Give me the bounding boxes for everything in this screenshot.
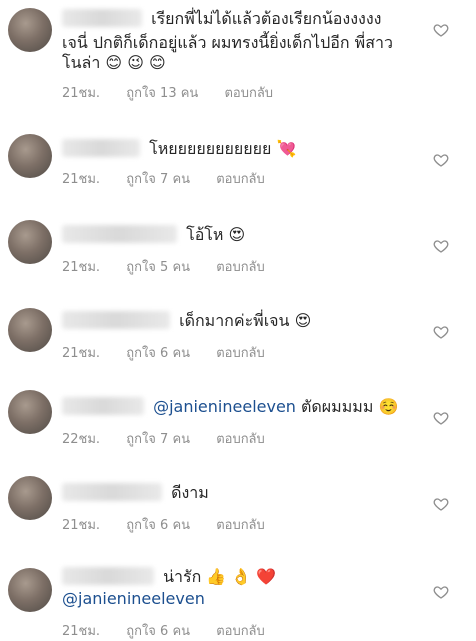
username-redacted[interactable] [62,9,142,27]
username-redacted[interactable] [62,483,162,501]
heart-icon[interactable] [433,496,449,512]
heart-icon[interactable] [433,152,449,168]
mention-link[interactable]: @janienineeleven [153,397,296,416]
reply-button[interactable]: ตอบกลับ [216,624,265,639]
emoji: ☺️ [378,397,399,416]
heart-icon[interactable] [433,324,449,340]
avatar[interactable] [8,390,52,434]
comment-text: ดีงาม [171,483,209,502]
avatar[interactable] [8,476,52,520]
reply-button[interactable]: ตอบกลับ [216,346,265,361]
like-count[interactable]: ถูกใจ 7 คน [126,432,190,447]
comment-time: 22ชม. [62,432,101,447]
avatar[interactable] [8,134,52,178]
username-redacted[interactable] [62,567,154,585]
avatar[interactable] [8,308,52,352]
comment-text: น่ารัก [163,567,202,586]
like-count[interactable]: ถูกใจ 5 คน [126,260,190,275]
comment-time: 21ชม. [62,86,101,101]
heart-icon[interactable] [433,22,449,38]
comment-time: 21ชม. [62,172,101,187]
like-count[interactable]: ถูกใจ 6 คน [126,518,190,533]
like-count[interactable]: ถูกใจ 6 คน [126,624,190,639]
emoji: 💘 [276,139,297,158]
username-redacted[interactable] [62,397,144,415]
emoji: 😍 [228,225,246,244]
comment-text: โหยยยยยยยยยยย [149,139,272,158]
emoji: 👍 👌 ❤️ [206,567,277,586]
comment-text: โนล่า [62,53,101,72]
reply-button[interactable]: ตอบกลับ [224,86,273,101]
emoji: 😍 [294,311,312,330]
mention-link[interactable]: @janienineeleven [62,589,205,608]
heart-icon[interactable] [433,410,449,426]
comment-text: เด็กมากค่ะพี่เจน [179,311,290,330]
reply-button[interactable]: ตอบกลับ [216,172,265,187]
username-redacted[interactable] [62,139,140,157]
comments-list: เรียกพี่ไม่ได้แล้วต้องเรียกน้องงงงง เจนี… [0,0,476,639]
comment-time: 21ชม. [62,624,101,639]
reply-button[interactable]: ตอบกลับ [216,432,265,447]
comment-text: เรียกพี่ไม่ได้แล้วต้องเรียกน้องงงงง [151,9,382,28]
like-count[interactable]: ถูกใจ 6 คน [126,346,190,361]
comment-text: โอ้โห [186,225,224,244]
emoji: 😊 😉 😊 [105,53,166,72]
comment-time: 21ชม. [62,346,101,361]
username-redacted[interactable] [62,225,177,243]
username-redacted[interactable] [62,311,170,329]
reply-button[interactable]: ตอบกลับ [216,260,265,275]
like-count[interactable]: ถูกใจ 13 คน [126,86,198,101]
like-count[interactable]: ถูกใจ 7 คน [126,172,190,187]
avatar[interactable] [8,220,52,264]
heart-icon[interactable] [433,584,449,600]
comment-time: 21ชม. [62,518,101,533]
heart-icon[interactable] [433,238,449,254]
comment-text: เจนี่ ปกติก็เด็กอยู่แล้ว ผมทรงนี้ยิ่งเด็… [62,33,393,52]
reply-button[interactable]: ตอบกลับ [216,518,265,533]
comment-time: 21ชม. [62,260,101,275]
avatar[interactable] [8,8,52,52]
comment-text: ตัดผมมมม [295,397,374,416]
avatar[interactable] [8,568,52,612]
